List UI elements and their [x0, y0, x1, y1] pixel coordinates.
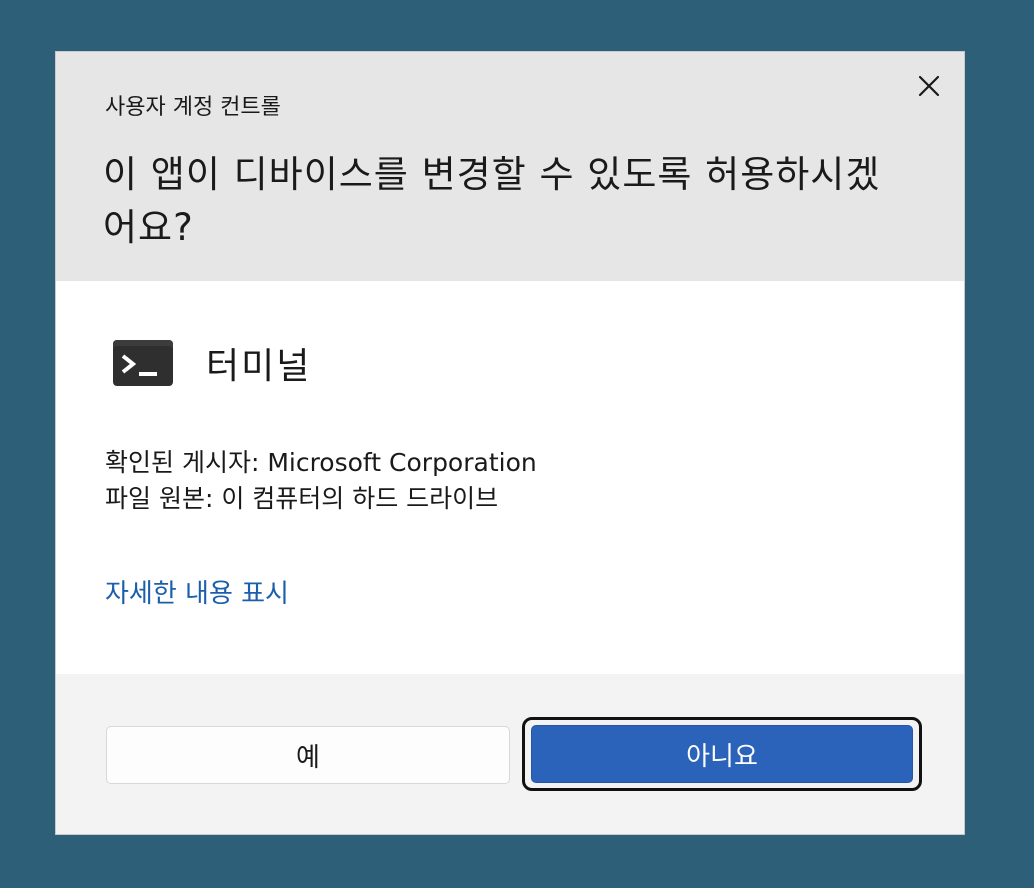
app-row: 터미널	[113, 337, 311, 389]
no-button-focus-ring: 아니요	[522, 717, 922, 791]
close-icon	[918, 75, 940, 97]
app-name: 터미널	[206, 346, 312, 387]
dialog-header: 사용자 계정 컨트롤 이 앱이 디바이스를 변경할 수 있도록 허용하시겠어요?	[56, 52, 964, 281]
terminal-icon	[113, 340, 173, 386]
close-button[interactable]	[911, 68, 947, 104]
app-info: 확인된 게시자: Microsoft Corporation 파일 원본: 이 …	[105, 445, 537, 517]
show-details-link[interactable]: 자세한 내용 표시	[105, 573, 289, 610]
dialog-footer: 예 아니요	[56, 674, 964, 834]
dialog-question: 이 앱이 디바이스를 변경할 수 있도록 허용하시겠어요?	[103, 153, 881, 249]
uac-dialog: 사용자 계정 컨트롤 이 앱이 디바이스를 변경할 수 있도록 허용하시겠어요?…	[55, 51, 965, 835]
dialog-caption: 사용자 계정 컨트롤	[105, 95, 281, 120]
origin-text: 파일 원본: 이 컴퓨터의 하드 드라이브	[105, 484, 499, 513]
no-button[interactable]: 아니요	[531, 725, 913, 783]
yes-button[interactable]: 예	[106, 726, 510, 784]
publisher-text: 확인된 게시자: Microsoft Corporation	[105, 448, 537, 477]
